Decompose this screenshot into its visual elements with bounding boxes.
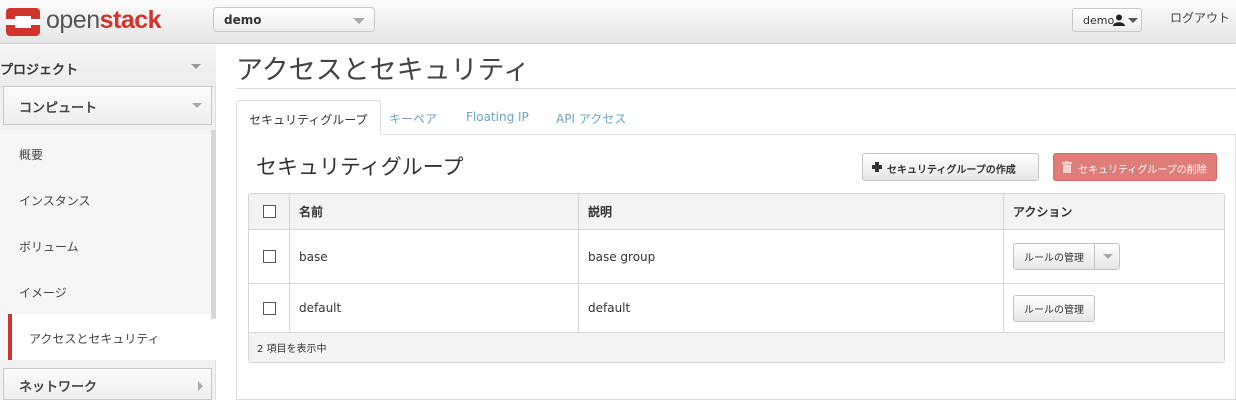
row-select-cell [249, 284, 289, 332]
plus-icon [872, 162, 882, 172]
user-icon [1113, 14, 1125, 26]
chevron-down-icon [1128, 18, 1138, 23]
openstack-logo[interactable]: openstack [6, 5, 166, 39]
sidebar-item-label: イメージ [19, 286, 67, 300]
row-checkbox[interactable] [262, 301, 276, 315]
divider [236, 88, 1236, 89]
tab-bar: セキュリティグループ キーペア Floating IP API アクセス [236, 100, 1236, 135]
manage-rules-button[interactable]: ルールの管理 [1014, 249, 1094, 264]
user-menu[interactable]: demo [1072, 8, 1142, 32]
sidebar-item-label: インスタンス [19, 194, 91, 208]
brand-stack: stack [99, 6, 162, 34]
cell-description: base group [578, 230, 1003, 283]
manage-rules-button-group: ルールの管理 [1013, 243, 1120, 270]
cell-actions: ルールの管理 [1003, 230, 1224, 283]
row-checkbox[interactable] [262, 250, 276, 263]
manage-rules-label: ルールの管理 [1024, 304, 1084, 316]
sidebar-item-label: アクセスとセキュリティ [29, 332, 160, 346]
sidebar-item-volumes[interactable]: ボリューム [0, 222, 216, 268]
column-header-name[interactable]: 名前 [289, 194, 578, 229]
sidebar-item-access-security[interactable]: アクセスとセキュリティ [8, 314, 216, 360]
select-all-checkbox[interactable] [262, 205, 276, 218]
table-row: default default ルールの管理 [249, 283, 1224, 332]
manage-rules-button[interactable]: ルールの管理 [1013, 294, 1095, 322]
project-switcher[interactable]: demo [213, 7, 375, 32]
chevron-down-icon [1103, 254, 1113, 259]
sidebar-panel-compute[interactable]: コンピュート [3, 86, 212, 125]
logout-link[interactable]: ログアウト [1170, 9, 1230, 26]
column-header-actions: アクション [1003, 194, 1224, 229]
delete-security-groups-button[interactable]: セキュリティグループの削除 [1053, 153, 1217, 181]
cell-name: base [289, 230, 578, 283]
table-footer: 2 項目を表示中 [249, 332, 1224, 362]
top-navbar: openstack demo demo ログアウト [0, 0, 1236, 44]
sidebar-panel-label: コンピュート [19, 101, 98, 116]
tab-api-access[interactable]: API アクセス [556, 100, 626, 135]
sidebar-item-label: ボリューム [19, 240, 79, 254]
table-header: 名前 説明 アクション [249, 194, 1224, 229]
create-security-group-button[interactable]: セキュリティグループの作成 [862, 153, 1039, 181]
sidebar: プロジェクト コンピュート 概要 インスタンス ボリューム イメージ アクセスと… [0, 45, 216, 400]
tab-label: Floating IP [466, 110, 529, 124]
chevron-down-icon [192, 103, 202, 108]
brand-open: open [46, 6, 100, 34]
user-name: demo [1083, 14, 1115, 27]
column-header-description[interactable]: 説明 [578, 194, 1003, 229]
sidebar-panel-label: ネットワーク [19, 380, 98, 395]
sidebar-dashboard-project[interactable]: プロジェクト [0, 45, 216, 87]
sidebar-item-label: 概要 [19, 148, 44, 162]
item-count: 2 項目を表示中 [257, 344, 327, 355]
page-title: アクセスとセキュリティ [236, 55, 531, 86]
tab-security-groups[interactable]: セキュリティグループ [236, 100, 381, 135]
cell-name: default [289, 284, 578, 332]
brand-name: openstack [46, 6, 162, 35]
section-title: セキュリティグループ [256, 155, 464, 179]
sidebar-scrollbar[interactable] [211, 130, 216, 319]
sidebar-nav-list: 概要 インスタンス ボリューム イメージ アクセスとセキュリティ [0, 130, 216, 360]
tab-label: キーペア [389, 112, 438, 126]
more-actions-dropdown[interactable] [1094, 244, 1119, 269]
sidebar-panel-network[interactable]: ネットワーク [3, 368, 212, 400]
tab-floating-ips[interactable]: Floating IP [466, 100, 529, 135]
chevron-down-icon [353, 18, 365, 24]
tab-label: API アクセス [556, 112, 627, 126]
tab-label: セキュリティグループ [249, 113, 368, 127]
cell-actions: ルールの管理 [1003, 284, 1224, 332]
sidebar-item-overview[interactable]: 概要 [0, 130, 216, 176]
openstack-logo-icon [6, 8, 40, 36]
chevron-down-icon [191, 64, 201, 69]
select-all-cell [249, 194, 289, 229]
sidebar-item-instances[interactable]: インスタンス [0, 176, 216, 222]
row-select-cell [249, 230, 289, 283]
delete-button-label: セキュリティグループの削除 [1078, 165, 1207, 176]
tab-keypairs[interactable]: キーペア [389, 100, 437, 135]
trash-icon [1062, 161, 1072, 173]
chevron-right-icon [198, 381, 203, 391]
create-button-label: セキュリティグループの作成 [887, 165, 1016, 176]
table-row: base base group ルールの管理 [249, 229, 1224, 283]
security-groups-table: 名前 説明 アクション base base group ルールの管理 defau… [248, 193, 1225, 363]
sidebar-dashboard-label: プロジェクト [0, 63, 79, 78]
project-name: demo [224, 13, 262, 27]
sidebar-item-images[interactable]: イメージ [0, 268, 216, 314]
cell-description: default [578, 284, 1003, 332]
